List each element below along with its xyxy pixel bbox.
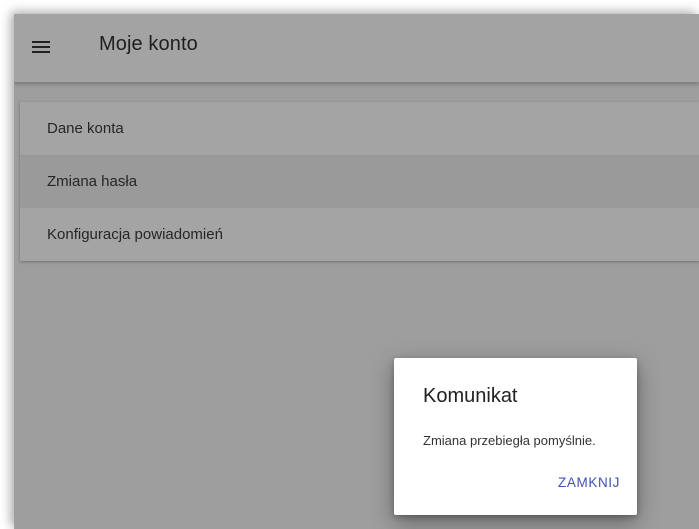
dialog-message: Zmiana przebiegła pomyślnie. <box>423 433 596 448</box>
menu-icon-line <box>32 41 50 43</box>
menu-icon-line <box>32 46 50 48</box>
menu-icon-line <box>32 51 50 53</box>
menu-item-notification-settings[interactable]: Konfiguracja powiadomień <box>20 208 699 261</box>
message-dialog: Komunikat Zmiana przebiegła pomyślnie. Z… <box>394 358 637 515</box>
menu-item-change-password[interactable]: Zmiana hasła <box>20 155 699 208</box>
dialog-title: Komunikat <box>423 385 518 407</box>
app-window: Moje konto Dane konta Zmiana hasła Konfi… <box>14 14 699 529</box>
account-menu: Dane konta Zmiana hasła Konfiguracja pow… <box>20 102 699 261</box>
hamburger-menu-icon[interactable] <box>32 40 50 54</box>
menu-item-account-data[interactable]: Dane konta <box>20 102 699 155</box>
page-title: Moje konto <box>99 33 198 55</box>
close-button[interactable]: ZAMKNIJ <box>558 475 620 490</box>
app-bar: Moje konto <box>14 14 699 82</box>
